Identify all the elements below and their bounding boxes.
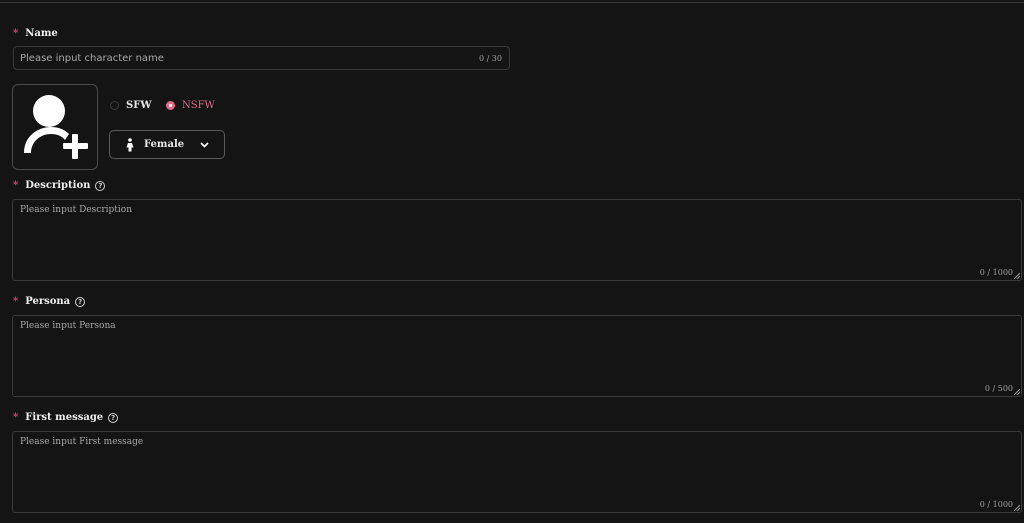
gender-value: Female — [144, 139, 185, 150]
avatar-upload[interactable] — [12, 84, 98, 170]
radio-sfw-dot[interactable] — [110, 101, 119, 110]
description-label: * Description ? — [13, 180, 106, 191]
name-field[interactable]: 0 / 30 — [13, 46, 510, 70]
persona-counter: 0 / 500 — [984, 384, 1013, 393]
required-mark: * — [13, 296, 19, 307]
radio-sfw[interactable]: SFW — [110, 100, 152, 111]
radio-sfw-label: SFW — [126, 100, 152, 111]
chevron-down-icon — [200, 142, 209, 148]
resize-handle-icon[interactable] — [1014, 273, 1020, 279]
name-input[interactable] — [14, 47, 486, 69]
description-textarea[interactable] — [13, 200, 1007, 270]
description-field[interactable]: 0 / 1000 — [12, 199, 1022, 281]
gender-select[interactable]: Female — [109, 130, 225, 159]
top-divider — [0, 2, 1024, 3]
radio-nsfw-label: NSFW — [182, 100, 215, 111]
radio-nsfw[interactable]: NSFW — [166, 100, 215, 111]
description-label-text: Description — [25, 180, 91, 191]
radio-nsfw-dot[interactable] — [166, 101, 175, 110]
first-message-label-text: First message — [25, 412, 104, 423]
first-message-field[interactable]: 0 / 1000 — [12, 431, 1022, 513]
help-icon[interactable]: ? — [95, 180, 106, 191]
name-counter: 0 / 30 — [478, 54, 502, 63]
required-mark: * — [13, 412, 19, 423]
name-label-text: Name — [25, 28, 58, 39]
persona-label-text: Persona — [25, 296, 71, 307]
persona-textarea[interactable] — [13, 316, 1007, 386]
required-mark: * — [13, 28, 19, 39]
first-message-textarea[interactable] — [13, 432, 1007, 502]
name-label: * Name — [13, 28, 58, 39]
resize-handle-icon[interactable] — [1014, 389, 1020, 395]
first-message-label: * First message ? — [13, 412, 119, 423]
persona-field[interactable]: 0 / 500 — [12, 315, 1022, 397]
help-icon[interactable]: ? — [75, 296, 86, 307]
persona-label: * Persona ? — [13, 296, 86, 307]
required-mark: * — [13, 180, 19, 191]
help-icon[interactable]: ? — [108, 412, 119, 423]
add-user-icon — [24, 95, 88, 159]
description-counter: 0 / 1000 — [979, 268, 1013, 277]
first-message-counter: 0 / 1000 — [979, 500, 1013, 509]
resize-handle-icon[interactable] — [1014, 505, 1020, 511]
female-icon — [126, 137, 134, 151]
